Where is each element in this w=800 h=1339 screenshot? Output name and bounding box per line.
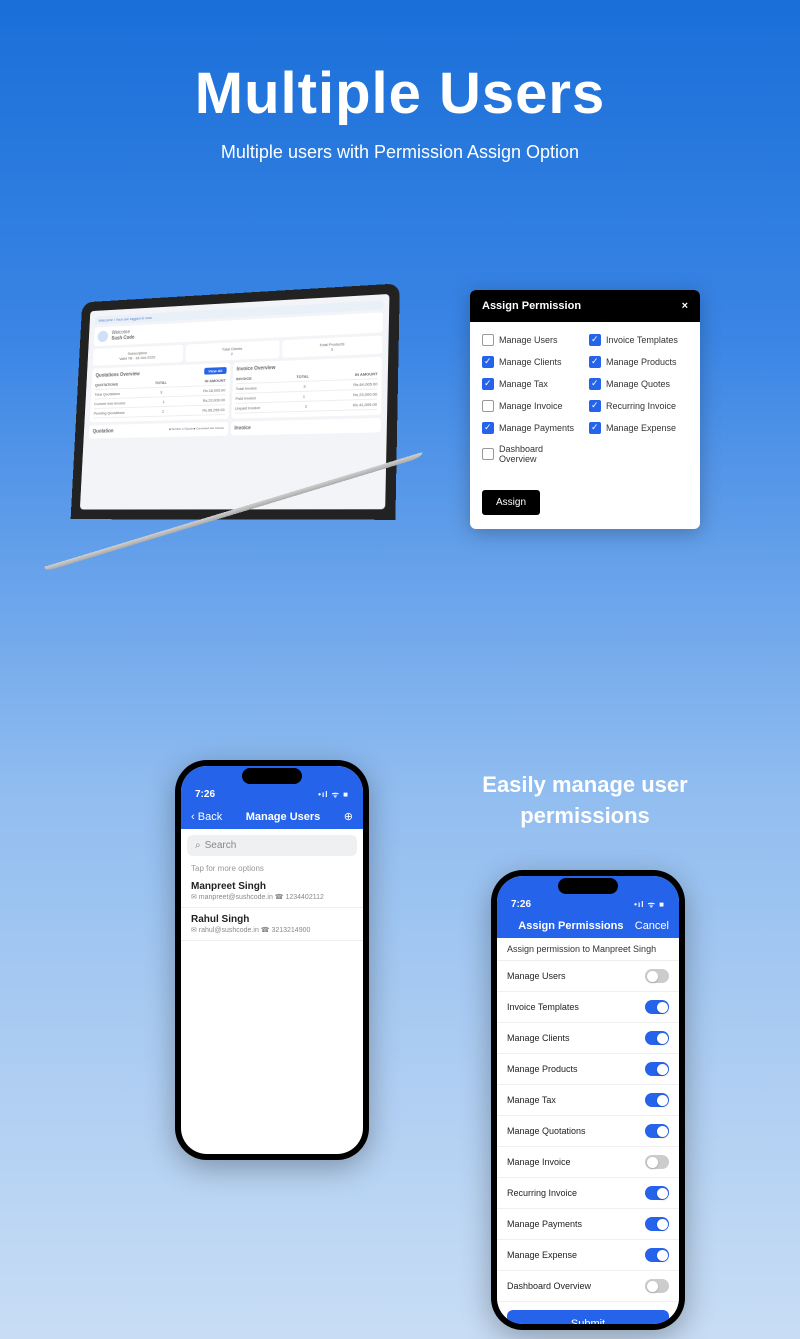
toggle-switch[interactable] — [645, 1000, 669, 1014]
cancel-button[interactable]: Cancel — [635, 920, 669, 932]
add-icon[interactable]: ⊕ — [344, 810, 353, 823]
section-subtitle: Easily manage user permissions — [470, 770, 700, 832]
perm-card-title: Assign Permission — [482, 300, 581, 312]
subscription-card: SubscriptionValid Till - 18-Oct-2029 — [93, 345, 183, 366]
hero-title: Multiple Users — [20, 60, 780, 127]
assign-permission-card: Assign Permission × Manage Users Manage C… — [470, 290, 700, 529]
quotation-chart: Quotation ■ Number of Quote ■ Converted … — [89, 422, 228, 439]
checkbox-icon[interactable] — [482, 422, 494, 434]
invoice-chart: Invoice — [230, 418, 381, 436]
toggle-switch[interactable] — [645, 969, 669, 983]
permission-checkbox[interactable]: Manage Quotes — [589, 378, 688, 390]
permission-toggle-row: Invoice Templates — [497, 992, 679, 1023]
permission-toggle-row: Manage Users — [497, 961, 679, 992]
phone-assign-permissions: 7:26 •ıl ᯤ ■ Assign Permissions Cancel As… — [491, 870, 685, 1330]
toggle-switch[interactable] — [645, 1279, 669, 1293]
search-icon: ⌕ — [195, 840, 201, 851]
permission-toggle-row: Manage Products — [497, 1054, 679, 1085]
checkbox-icon[interactable] — [589, 400, 601, 412]
checkbox-icon[interactable] — [589, 356, 601, 368]
phone-manage-users: 7:26 •ıl ᯤ ■ ‹ Back Manage Users ⊕ ⌕ Sear… — [175, 760, 369, 1160]
assign-subtitle: Assign permission to Manpreet Singh — [497, 938, 679, 961]
permission-toggle-row: Manage Payments — [497, 1209, 679, 1240]
checkbox-icon[interactable] — [482, 356, 494, 368]
search-input[interactable]: ⌕ Search — [187, 835, 357, 856]
permission-checkbox[interactable]: Manage Products — [589, 356, 688, 368]
user-name: Sush Code — [111, 335, 134, 342]
toggle-switch[interactable] — [645, 1062, 669, 1076]
quotations-overview: Quotations OverviewView All QUOTATIONSTO… — [90, 363, 230, 422]
permission-checkbox[interactable]: Manage Users — [482, 334, 581, 346]
permission-toggle-row: Manage Clients — [497, 1023, 679, 1054]
checkbox-icon[interactable] — [482, 448, 494, 460]
permission-checkbox[interactable]: Manage Tax — [482, 378, 581, 390]
checkbox-icon[interactable] — [589, 378, 601, 390]
toggle-switch[interactable] — [645, 1186, 669, 1200]
toggle-switch[interactable] — [645, 1217, 669, 1231]
permission-checkbox[interactable]: Dashboard Overview — [482, 444, 581, 464]
permission-toggle-row: Manage Tax — [497, 1085, 679, 1116]
hero-section: Multiple Users Multiple users with Permi… — [0, 0, 800, 193]
laptop-mockup: Welcome ! Your are logged in now. Welcom… — [60, 290, 460, 670]
products-card: Total Products3 — [282, 335, 382, 357]
permission-checkbox[interactable]: Manage Payments — [482, 422, 581, 434]
submit-button[interactable]: Submit — [507, 1310, 669, 1324]
permission-toggle-row: Dashboard Overview — [497, 1271, 679, 1302]
permission-checkbox[interactable]: Manage Clients — [482, 356, 581, 368]
assign-button[interactable]: Assign — [482, 490, 540, 515]
checkbox-icon[interactable] — [482, 400, 494, 412]
permission-toggle-row: Manage Expense — [497, 1240, 679, 1271]
invoice-overview: Invoice Overview INVOICETOTALIN AMOUNT T… — [231, 357, 382, 419]
hint-text: Tap for more options — [181, 862, 363, 875]
toggle-switch[interactable] — [645, 1248, 669, 1262]
user-list-item[interactable]: Rahul Singh✉ rahul@sushcode.in ☎ 3213214… — [181, 908, 363, 941]
nav-title: Assign Permissions — [518, 920, 623, 932]
avatar-icon — [97, 331, 108, 343]
permission-checkbox[interactable]: Manage Invoice — [482, 400, 581, 412]
user-list-item[interactable]: Manpreet Singh✉ manpreet@sushcode.in ☎ 1… — [181, 875, 363, 908]
permission-checkbox[interactable]: Manage Expense — [589, 422, 688, 434]
permission-toggle-row: Manage Quotations — [497, 1116, 679, 1147]
status-icons: •ıl ᯤ ■ — [318, 789, 349, 800]
permission-checkbox[interactable]: Recurring Invoice — [589, 400, 688, 412]
checkbox-icon[interactable] — [482, 378, 494, 390]
permission-checkbox[interactable]: Invoice Templates — [589, 334, 688, 346]
permission-toggle-row: Manage Invoice — [497, 1147, 679, 1178]
view-all-button[interactable]: View All — [204, 367, 226, 375]
toggle-switch[interactable] — [645, 1124, 669, 1138]
checkbox-icon[interactable] — [589, 334, 601, 346]
toggle-switch[interactable] — [645, 1031, 669, 1045]
status-icons: •ıl ᯤ ■ — [634, 899, 665, 910]
toggle-switch[interactable] — [645, 1093, 669, 1107]
status-time: 7:26 — [195, 789, 215, 800]
toggle-switch[interactable] — [645, 1155, 669, 1169]
checkbox-icon[interactable] — [589, 422, 601, 434]
permission-toggle-row: Recurring Invoice — [497, 1178, 679, 1209]
back-button[interactable]: ‹ Back — [191, 811, 222, 823]
hero-subtitle: Multiple users with Permission Assign Op… — [20, 142, 780, 163]
close-icon[interactable]: × — [682, 300, 688, 312]
nav-title: Manage Users — [246, 811, 321, 823]
checkbox-icon[interactable] — [482, 334, 494, 346]
status-time: 7:26 — [511, 899, 531, 910]
clients-card: Total Clients2 — [185, 340, 280, 362]
